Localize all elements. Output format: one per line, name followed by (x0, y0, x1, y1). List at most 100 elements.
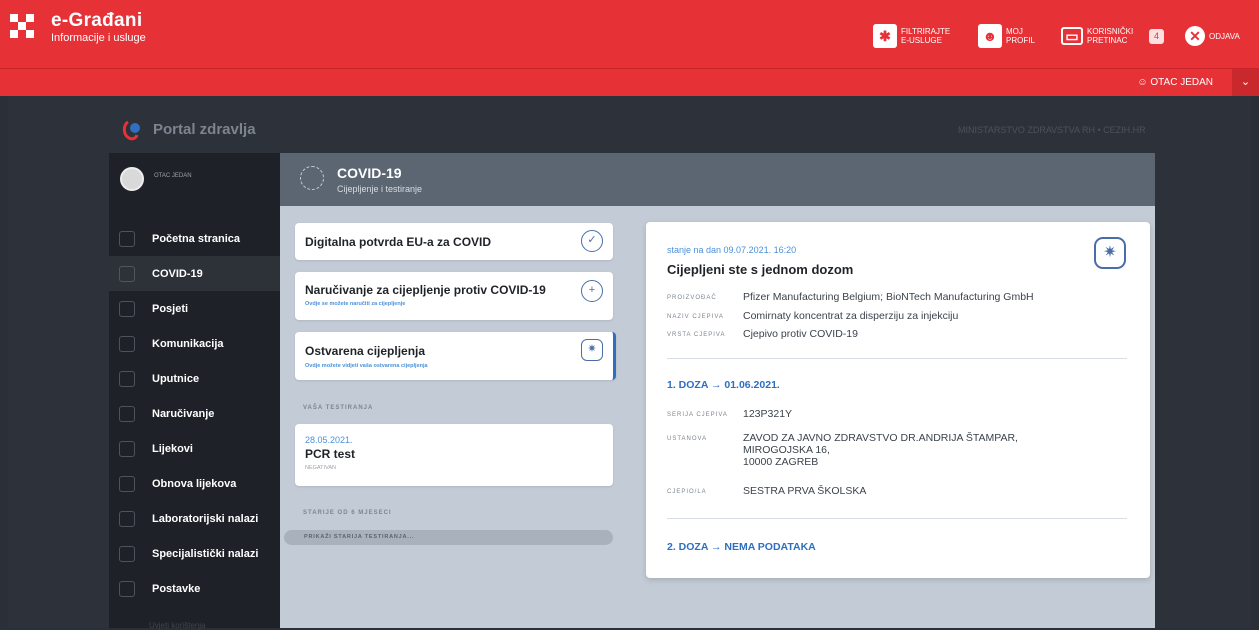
user-bar: ☺ OTAC JEDAN ⌄ (0, 69, 1259, 96)
vaccination-booking-title: Naručivanje za cijepljenje protiv COVID-… (305, 283, 546, 297)
sidebar-item-label: Komunikacija (152, 337, 224, 350)
flask-icon (119, 510, 135, 527)
sidebar-item-početna-stranica[interactable]: Početna stranica (109, 221, 280, 256)
sidebar-item-komunikacija[interactable]: Komunikacija (109, 326, 280, 361)
my-profile-label: MOJ PROFIL (1006, 27, 1035, 45)
user-icon: ☺ (1137, 77, 1151, 88)
sidebar-item-label: COVID-19 (152, 267, 203, 280)
chat-icon (119, 335, 135, 352)
vaccination-booking-subtitle: Ovdje se možete naručiti za cijepljenje (305, 301, 406, 307)
vaccine-name-value: Comirnaty koncentrat za disperziju za in… (743, 310, 959, 322)
filter-icon: ✱ (873, 24, 897, 48)
virus-shield-icon: ✷ (1094, 237, 1126, 269)
sidebar-item-label: Uputnice (152, 372, 200, 385)
vaccinations-title: Ostvarena cijepljenja (305, 344, 426, 358)
sidebar-item-label: Početna stranica (152, 232, 241, 245)
page-subtitle: Cijepljenje i testiranje (337, 184, 423, 194)
sidebar-nav: Početna stranica COVID-19 Posjeti Komunikac… (109, 221, 280, 606)
inbox-icon: ▭ (1061, 27, 1083, 45)
filter-services-button[interactable]: ✱ FILTRIRAJTE E-USLUGE (873, 22, 963, 50)
divider (667, 518, 1127, 519)
sidebar-item-naručivanje[interactable]: Naručivanje (109, 396, 280, 431)
pill-icon (119, 440, 135, 457)
brand-subtitle: Informacije i usluge (51, 32, 146, 44)
sidebar-item-obnova-lijekova[interactable]: Obnova lijekova (109, 466, 280, 501)
sidebar-item-postavke[interactable]: Postavke (109, 571, 280, 606)
sidebar-item-label: Postavke (152, 582, 201, 595)
vaccination-status-title: Cijepljeni ste s jednom dozom (667, 262, 854, 277)
show-older-tests-button[interactable]: PRIKAŽI STARIJA TESTIRANJA... (284, 530, 613, 545)
vaccinations-card[interactable]: Ostvarena cijepljenja Ovdje možete vidje… (295, 332, 616, 380)
sidebar-item-label: Obnova lijekova (152, 477, 237, 490)
logout-button[interactable]: ✕ ODJAVA (1185, 22, 1255, 50)
user-menu[interactable]: ☺ OTAC JEDAN (1137, 77, 1213, 88)
dose-1-heading: 1. DOZA → 01.06.2021. (667, 379, 780, 391)
eu-certificate-card[interactable]: Digitalna potvrda EU-a za COVID ✓ (295, 223, 613, 260)
sidebar-item-lijekovi[interactable]: Lijekovi (109, 431, 280, 466)
testing-section-label: VAŠA TESTIRANJA (303, 405, 374, 411)
virus-icon (119, 265, 135, 282)
gear-icon (119, 580, 135, 597)
sidebar-item-label: Specijalistički nalazi (152, 547, 259, 560)
sidebar-item-label: Posjeti (152, 302, 189, 315)
close-icon: ✕ (1185, 26, 1205, 46)
test-card[interactable]: 28.05.2021. PCR test NEGATIVAN (295, 424, 613, 486)
my-profile-button[interactable]: ☻ MOJ PROFIL (978, 22, 1040, 50)
test-name: PCR test (305, 447, 356, 461)
sidebar-item-label: Lijekovi (152, 442, 193, 455)
ministry-label: MINISTARSTVO ZDRAVSTVA RH • CEZIH.HR (958, 125, 1146, 135)
brand-title[interactable]: e-Građani (51, 10, 142, 32)
vaccinations-subtitle: Ovdje možete vidjeti vaša ostvarena cije… (305, 363, 428, 369)
sidebar-item-covid-19[interactable]: COVID-19 (109, 256, 280, 291)
user-name: OTAC JEDAN (1150, 77, 1213, 88)
logout-label: ODJAVA (1209, 31, 1240, 41)
vaccination-detail-card: stanje na dan 09.07.2021. 16:20 Cijeplje… (646, 222, 1150, 578)
vaccine-name-key: NAZIV CJEPIVA (667, 314, 724, 320)
sidebar-item-uputnice[interactable]: Uputnice (109, 361, 280, 396)
sidebar-item-posjeti[interactable]: Posjeti (109, 291, 280, 326)
eu-certificate-title: Digitalna potvrda EU-a za COVID (305, 235, 492, 249)
add-virus-icon: + (581, 280, 603, 302)
profile-icon: ☻ (978, 24, 1002, 48)
renew-icon (119, 475, 135, 492)
older-tests-label: STARIJE OD 6 MJESECI (303, 510, 392, 516)
inbox-label: KORISNIČKI PRETINAC (1087, 27, 1134, 45)
calendar-icon (119, 405, 135, 422)
batch-value: 123P321Y (743, 408, 793, 420)
institution-key: USTANOVA (667, 436, 708, 442)
vaccine-type-value: Cjepivo protiv COVID-19 (743, 328, 858, 340)
inbox-button[interactable]: ▭ KORISNIČKI PRETINAC 4 (1061, 22, 1173, 50)
e-gradani-logo-icon[interactable] (10, 14, 38, 38)
virus-shield-icon: ✷ (581, 339, 603, 361)
vaccinator-value: SESTRA PRVA ŠKOLSKA (743, 485, 867, 497)
virus-icon (300, 166, 324, 190)
page-header: COVID-19 Cijepljenje i testiranje (280, 153, 1155, 206)
institution-value: ZAVOD ZA JAVNO ZDRAVSTVO DR.ANDRIJA ŠTAM… (743, 432, 1018, 468)
manufacturer-value: Pfizer Manufacturing Belgium; BioNTech M… (743, 291, 1034, 303)
test-date: 28.05.2021. (305, 435, 353, 445)
portal-logo-icon[interactable] (121, 119, 143, 141)
page-title: COVID-19 (337, 165, 402, 181)
sidebar-profile[interactable]: OTAC JEDAN (109, 153, 280, 204)
status-date: stanje na dan 09.07.2021. 16:20 (667, 245, 797, 255)
document-icon (119, 370, 135, 387)
doctor-icon (119, 545, 135, 562)
sidebar: OTAC JEDAN Početna stranica COVID-19 Posje… (109, 153, 280, 630)
filter-services-label: FILTRIRAJTE E-USLUGE (901, 27, 951, 45)
vaccination-booking-card[interactable]: Naručivanje za cijepljenje protiv COVID-… (295, 272, 613, 320)
chevron-down-icon[interactable]: ⌄ (1232, 69, 1259, 96)
profile-name: OTAC JEDAN (154, 173, 192, 179)
home-icon (119, 300, 135, 317)
dose-2-heading: 2. DOZA → NEMA PODATAKA (667, 541, 816, 553)
avatar (120, 167, 144, 191)
pulse-icon (119, 230, 135, 247)
terms-link[interactable]: Uvjeti korištenja (149, 621, 205, 630)
sidebar-item-label: Naručivanje (152, 407, 215, 420)
certificate-icon: ✓ (581, 230, 603, 252)
batch-key: SERIJA CJEPIVA (667, 412, 728, 418)
portal-title[interactable]: Portal zdravlja (153, 121, 256, 138)
sidebar-item-label: Laboratorijski nalazi (152, 512, 259, 525)
sidebar-item-laboratorijski-nalazi[interactable]: Laboratorijski nalazi (109, 501, 280, 536)
sidebar-item-specijalistički-nalazi[interactable]: Specijalistički nalazi (109, 536, 280, 571)
top-bar: e-Građani Informacije i usluge ✱ FILTRIR… (0, 0, 1259, 69)
